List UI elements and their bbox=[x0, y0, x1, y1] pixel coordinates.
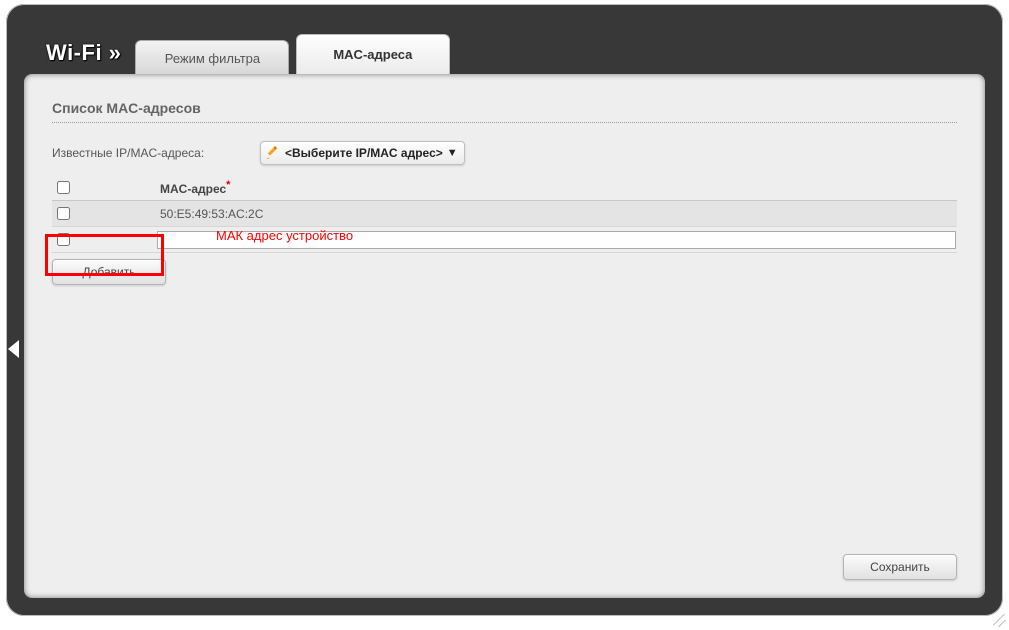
content-panel: Список MAC-адресов Известные IP/MAC-адре… bbox=[24, 74, 985, 598]
col-mac-label: MAC-адрес bbox=[160, 182, 226, 196]
ipmac-dropdown[interactable]: <Выберите IP/MAC адрес> ▼ bbox=[260, 141, 465, 165]
table-row[interactable]: МАК адрес устройство bbox=[52, 227, 957, 253]
mac-table: MAC-адрес* 50:E5:49:53:AC:2C bbox=[52, 175, 957, 253]
col-mac-header: MAC-адрес* bbox=[156, 175, 957, 201]
section-title: Список MAC-адресов bbox=[52, 100, 957, 116]
dropdown-text: <Выберите IP/MAC адрес> bbox=[285, 146, 443, 160]
required-asterisk: * bbox=[226, 179, 230, 191]
table-row[interactable]: 50:E5:49:53:AC:2C bbox=[52, 201, 957, 227]
divider bbox=[52, 122, 957, 123]
chevron-down-icon: ▼ bbox=[447, 147, 458, 159]
row-checkbox[interactable] bbox=[57, 207, 70, 220]
resize-grip-icon[interactable] bbox=[991, 612, 1005, 626]
tab-filter-mode[interactable]: Режим фильтра bbox=[135, 40, 289, 76]
mac-input[interactable] bbox=[157, 231, 956, 249]
select-all-checkbox[interactable] bbox=[57, 181, 70, 194]
expand-handle-icon[interactable] bbox=[5, 336, 23, 366]
page-title: Wi-Fi » bbox=[46, 40, 121, 66]
pencil-icon bbox=[265, 145, 281, 161]
tab-mac-addresses[interactable]: MAC-адреса bbox=[296, 34, 450, 74]
tabs: Режим фильтра MAC-адреса bbox=[135, 34, 451, 74]
router-frame: Wi-Fi » Режим фильтра MAC-адреса Список … bbox=[6, 4, 1003, 616]
known-ipmac-label: Известные IP/MAC-адреса: bbox=[52, 146, 260, 160]
mac-cell: 50:E5:49:53:AC:2C bbox=[156, 201, 957, 227]
row-checkbox[interactable] bbox=[57, 233, 70, 246]
add-button[interactable]: Добавить bbox=[52, 259, 166, 285]
save-button[interactable]: Сохранить bbox=[843, 554, 957, 580]
